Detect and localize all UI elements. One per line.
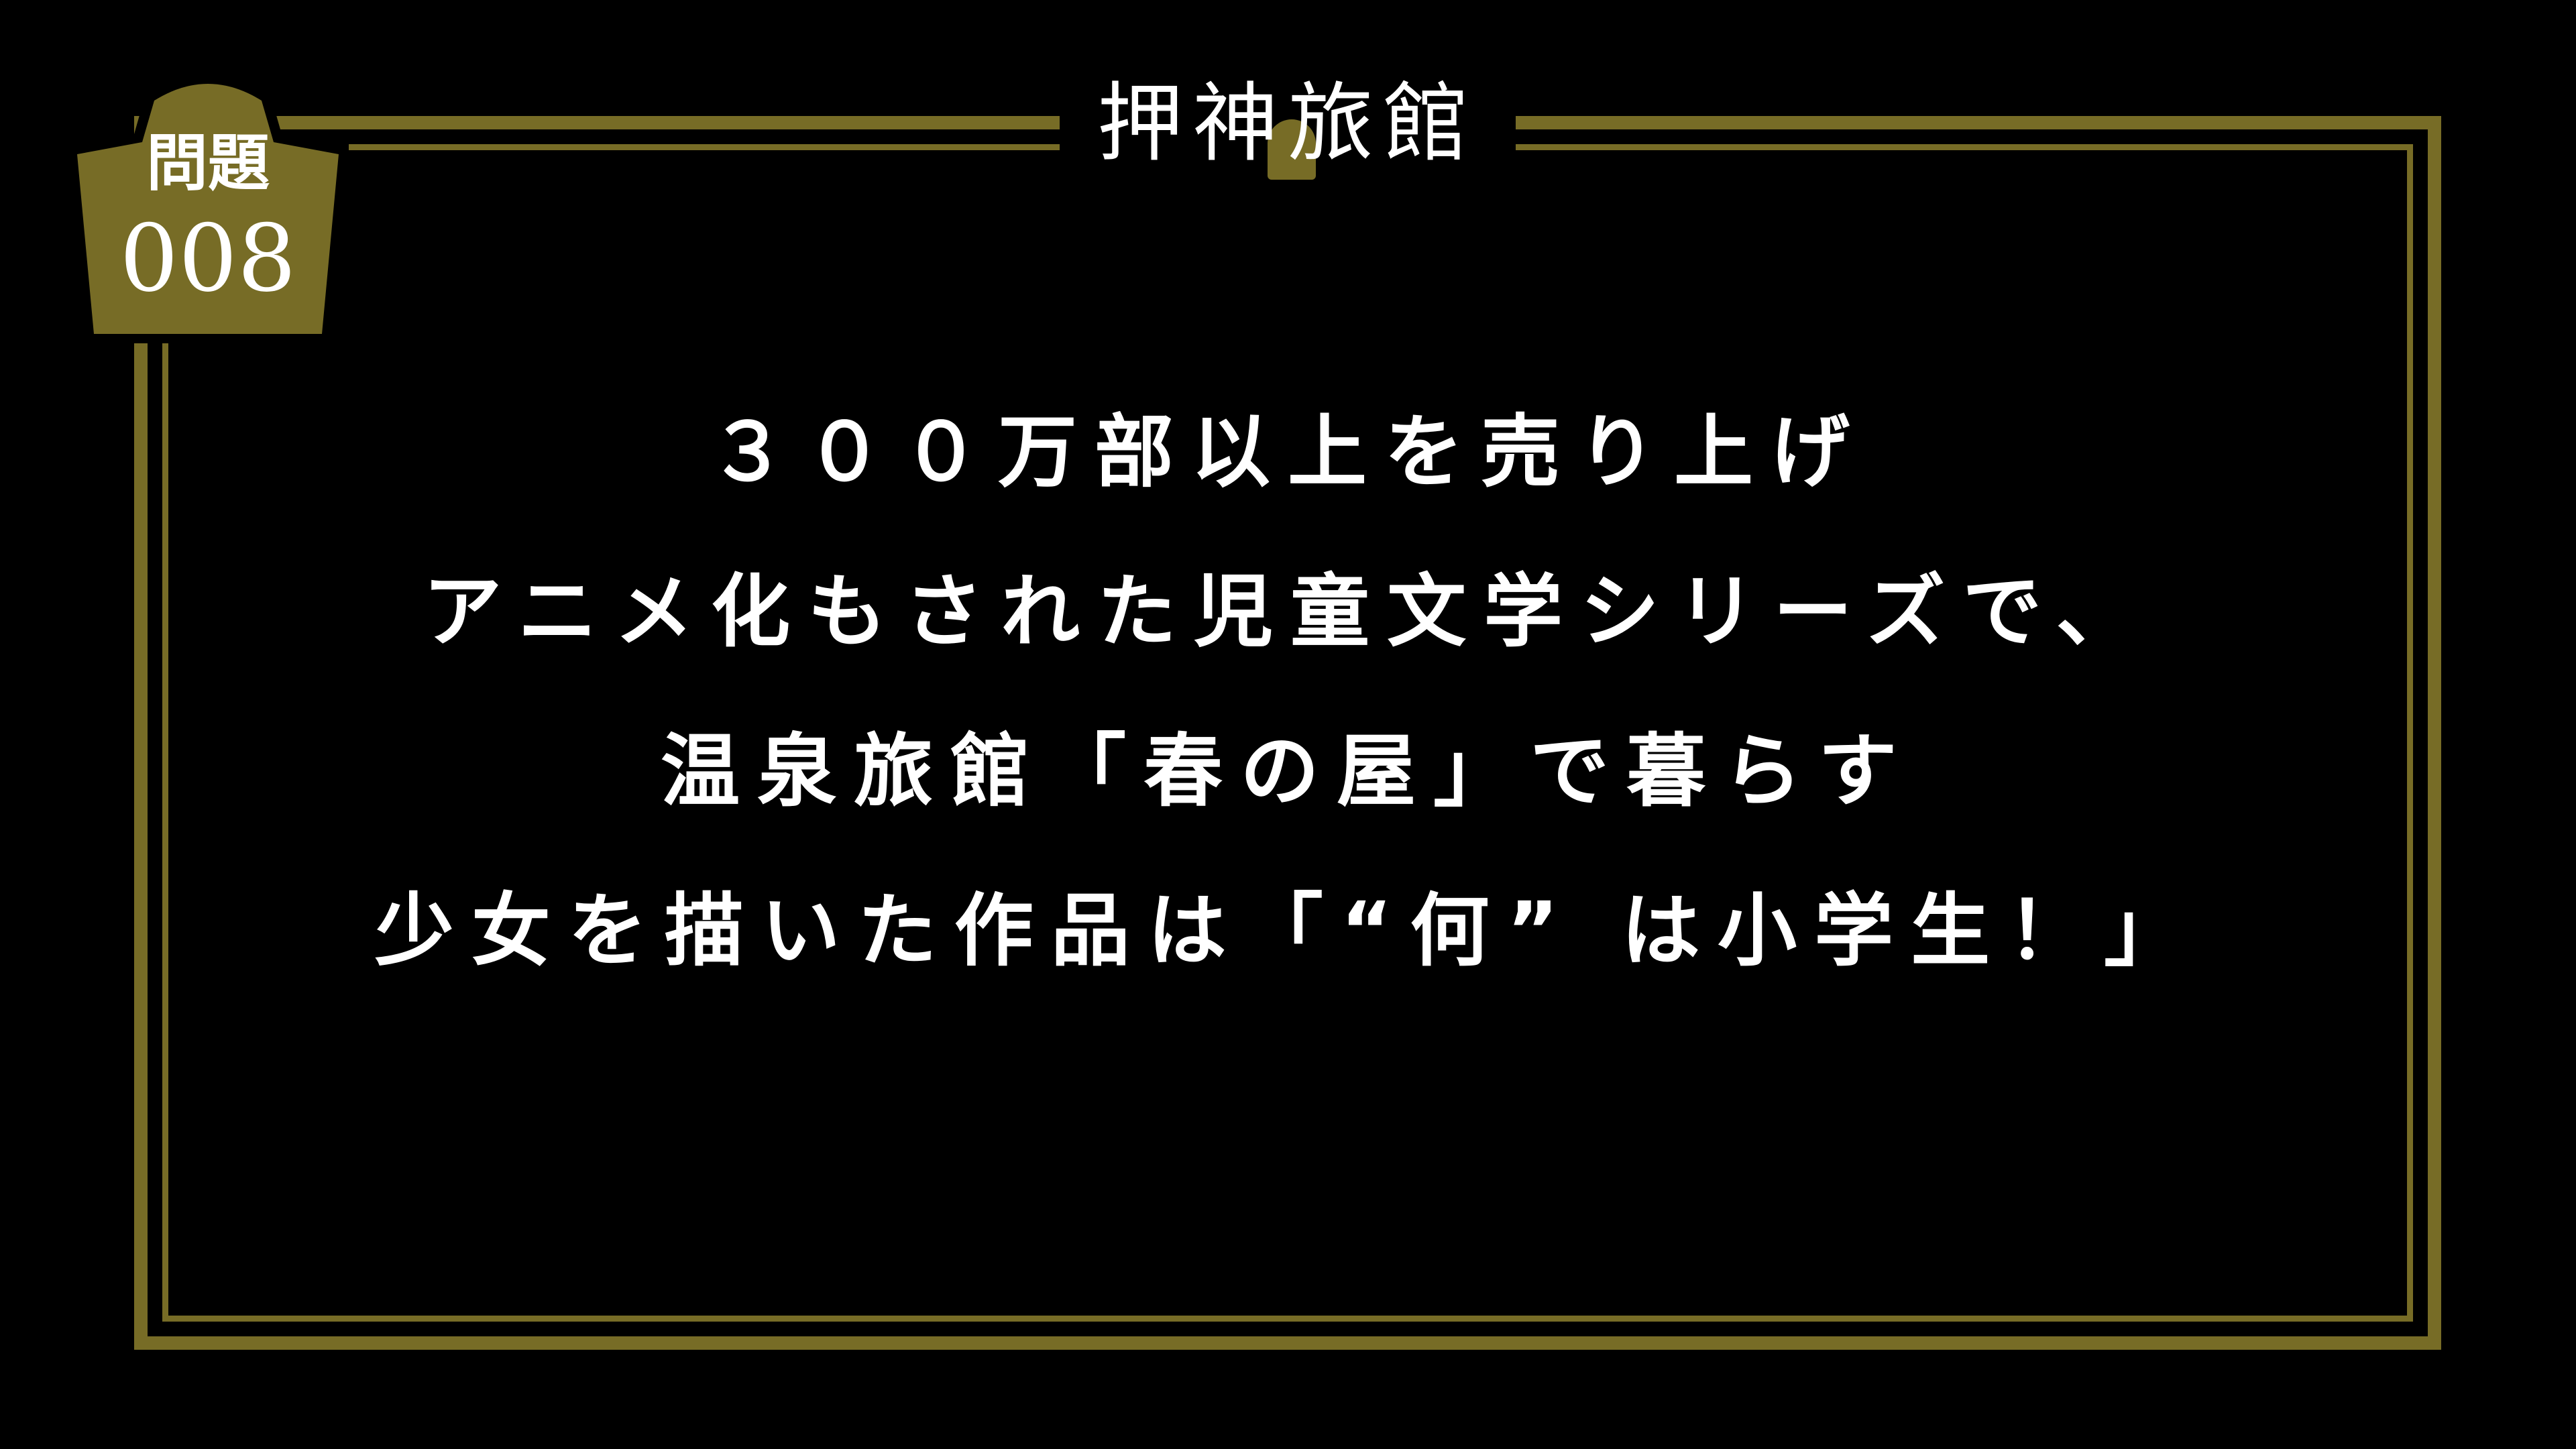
question-line: ３００万部以上を売り上げ	[708, 406, 1867, 498]
badge-label: 問題	[146, 127, 270, 199]
quiz-card: 押神旅館 問題 008 ３００万部以上を売り上げ アニメ化もされた児童文学シリー…	[0, 0, 2576, 1449]
question-line: 少女を描いた作品は「“何” は小学生！」	[374, 884, 2201, 977]
question-line: アニメ化もされた児童文学シリーズで、	[423, 565, 2153, 658]
brand-logo: 押神旅館	[1097, 74, 1478, 174]
question-line: 温泉旅館「春の屋」で暮らす	[661, 725, 1915, 817]
question-text: ３００万部以上を売り上げ アニメ化もされた児童文学シリーズで、 温泉旅館「春の屋…	[174, 372, 2401, 1010]
question-badge: 問題 008	[67, 54, 349, 343]
badge-number: 008	[119, 205, 296, 312]
